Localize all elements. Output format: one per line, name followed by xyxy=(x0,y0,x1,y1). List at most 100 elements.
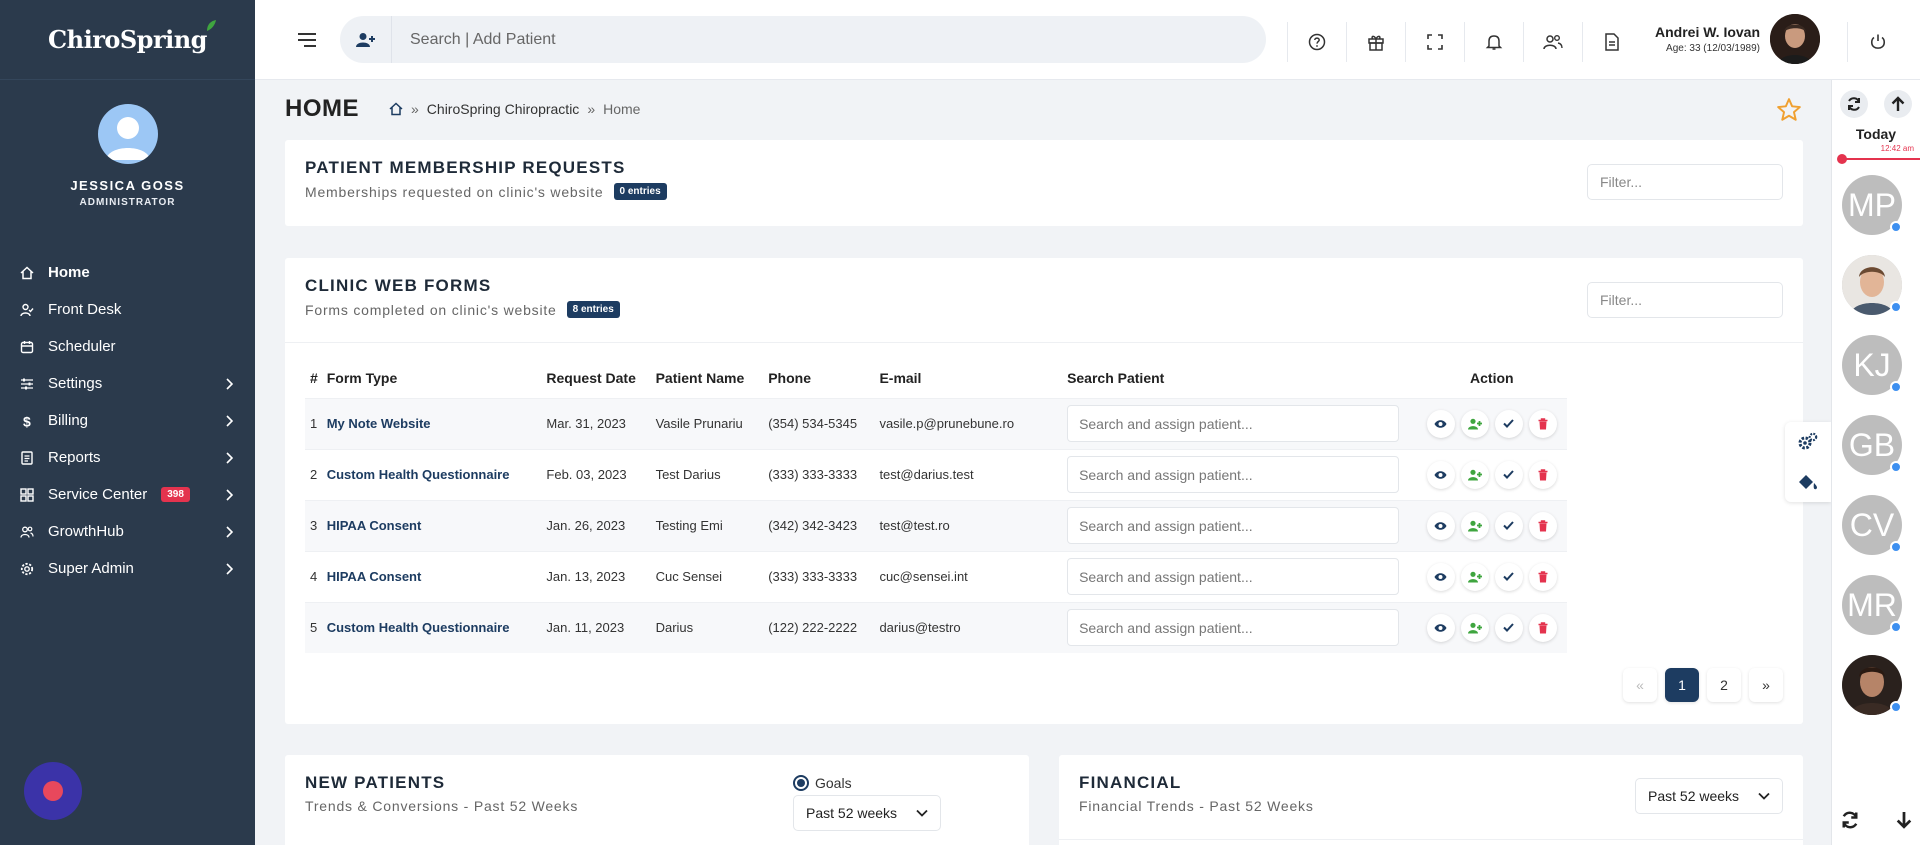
page-button[interactable]: 2 xyxy=(1707,668,1741,702)
scroll-up-button[interactable] xyxy=(1884,90,1912,118)
user-plus-icon xyxy=(355,32,375,47)
prev-page-button[interactable]: « xyxy=(1623,668,1657,702)
appointment-avatar[interactable]: GB xyxy=(1842,415,1902,475)
approve-button[interactable] xyxy=(1494,562,1523,591)
notifications-button[interactable] xyxy=(1464,22,1523,62)
column-header[interactable]: Form Type xyxy=(327,358,547,398)
webforms-filter-input[interactable] xyxy=(1587,282,1783,318)
add-patient-button[interactable] xyxy=(1460,613,1489,642)
favorite-button[interactable] xyxy=(1776,97,1802,123)
view-button[interactable] xyxy=(1426,460,1455,489)
goals-radio[interactable]: Goals xyxy=(793,775,852,791)
sidebar-item-billing[interactable]: $ Billing xyxy=(0,402,255,439)
request-date: Mar. 31, 2023 xyxy=(546,397,656,449)
financial-range-select[interactable]: Past 52 weeks xyxy=(1635,778,1783,814)
chat-launcher-button[interactable] xyxy=(24,762,82,820)
appointment-avatar[interactable]: MR xyxy=(1842,575,1902,635)
column-header[interactable]: Request Date xyxy=(546,358,655,398)
user-avatar[interactable] xyxy=(1770,14,1821,64)
assign-patient-input[interactable] xyxy=(1067,507,1400,544)
table-row: 2 Custom Health Questionnaire Feb. 03, 202… xyxy=(305,448,1567,500)
sidebar-item-home[interactable]: Home xyxy=(0,254,255,291)
approve-button[interactable] xyxy=(1494,613,1523,642)
refresh-button[interactable] xyxy=(1840,810,1860,830)
menu-toggle-button[interactable] xyxy=(297,32,317,48)
appointment-avatar[interactable]: MP xyxy=(1842,175,1902,235)
fullscreen-button[interactable] xyxy=(1405,22,1464,62)
refresh-button[interactable] xyxy=(1840,90,1868,118)
sidebar-item-label: GrowthHub xyxy=(48,523,124,540)
assign-patient-input[interactable] xyxy=(1067,405,1400,442)
add-patient-button[interactable] xyxy=(1460,409,1489,438)
assign-patient-input[interactable] xyxy=(1067,558,1400,595)
view-button[interactable] xyxy=(1426,562,1455,591)
delete-button[interactable] xyxy=(1528,613,1557,642)
sidebar-item-front-desk[interactable]: Front Desk xyxy=(0,291,255,328)
delete-button[interactable] xyxy=(1528,511,1557,540)
column-header[interactable]: Phone xyxy=(768,358,879,398)
avatar[interactable] xyxy=(97,104,158,164)
add-patient-button[interactable] xyxy=(340,16,392,63)
profile-name: JESSICA GOSS xyxy=(70,178,185,193)
view-button[interactable] xyxy=(1426,511,1455,540)
breadcrumb-link[interactable]: ChiroSpring Chiropractic xyxy=(427,101,580,117)
assign-patient-input[interactable] xyxy=(1067,609,1400,647)
patient-name: Vasile Prunariu xyxy=(655,397,769,449)
column-header[interactable]: Patient Name xyxy=(656,358,769,398)
brand-logo[interactable]: ChiroSpring xyxy=(48,20,216,54)
settings-tool-button[interactable] xyxy=(1785,422,1831,462)
select-value: Past 52 weeks xyxy=(1648,788,1740,804)
new-patients-range-select[interactable]: Past 52 weeks xyxy=(793,795,941,831)
team-button[interactable] xyxy=(1523,22,1582,62)
add-patient-button[interactable] xyxy=(1460,460,1489,489)
appointment-avatar[interactable]: CV xyxy=(1842,495,1902,555)
sidebar-item-reports[interactable]: Reports xyxy=(0,439,255,476)
sidebar-item-service-center[interactable]: Service Center 398 xyxy=(0,476,255,513)
form-type-link[interactable]: Custom Health Questionnaire xyxy=(326,448,547,500)
sidebar-item-label: Service Center xyxy=(48,486,148,503)
card-title: CLINIC WEB FORMS xyxy=(305,276,492,295)
page-button[interactable]: 1 xyxy=(1665,668,1699,702)
logout-button[interactable] xyxy=(1847,22,1907,62)
next-page-button[interactable]: » xyxy=(1749,668,1783,702)
view-button[interactable] xyxy=(1426,409,1455,438)
membership-filter-input[interactable] xyxy=(1587,164,1783,200)
chevron-down-icon xyxy=(916,809,928,817)
approve-button[interactable] xyxy=(1494,460,1523,489)
delete-button[interactable] xyxy=(1528,562,1557,591)
form-type-link[interactable]: HIPAA Consent xyxy=(326,499,547,551)
sidebar-item-settings[interactable]: Settings xyxy=(0,365,255,402)
gift-button[interactable] xyxy=(1346,22,1405,62)
delete-button[interactable] xyxy=(1528,409,1557,438)
appointment-avatar[interactable]: KJ xyxy=(1842,335,1902,395)
view-button[interactable] xyxy=(1426,613,1455,642)
help-button[interactable] xyxy=(1287,22,1346,62)
status-dot xyxy=(1890,381,1902,393)
appointment-avatar[interactable] xyxy=(1842,255,1902,315)
default-avatar-icon xyxy=(105,117,150,160)
home-icon xyxy=(20,265,34,279)
scroll-down-button[interactable] xyxy=(1896,810,1912,830)
appointment-avatar[interactable] xyxy=(1842,655,1902,715)
sidebar-item-growthhub[interactable]: GrowthHub xyxy=(0,513,255,550)
sidebar-item-scheduler[interactable]: Scheduler xyxy=(0,328,255,365)
approve-button[interactable] xyxy=(1494,409,1523,438)
current-user[interactable]: Andrei W. Iovan Age: 33 (12/03/1989) xyxy=(1655,14,1821,64)
add-patient-button[interactable] xyxy=(1460,562,1489,591)
assign-patient-input[interactable] xyxy=(1067,456,1400,493)
search-input[interactable] xyxy=(392,30,1192,49)
documents-button[interactable] xyxy=(1582,22,1641,62)
delete-button[interactable] xyxy=(1528,460,1557,489)
user-plus-icon xyxy=(1467,622,1482,634)
add-patient-button[interactable] xyxy=(1460,511,1489,540)
form-type-link[interactable]: HIPAA Consent xyxy=(326,550,547,602)
approve-button[interactable] xyxy=(1494,511,1523,540)
form-type-link[interactable]: My Note Website xyxy=(326,397,547,449)
column-header[interactable]: E-mail xyxy=(879,358,1067,398)
sidebar-item-super-admin[interactable]: Super Admin xyxy=(0,550,255,587)
form-type-link[interactable]: Custom Health Questionnaire xyxy=(326,601,547,653)
home-icon[interactable] xyxy=(389,102,403,116)
brand[interactable]: ChiroSpring xyxy=(0,0,255,80)
email: vasile.p@prunebune.ro xyxy=(879,397,1068,449)
marketing-tool-button[interactable] xyxy=(1785,462,1831,502)
